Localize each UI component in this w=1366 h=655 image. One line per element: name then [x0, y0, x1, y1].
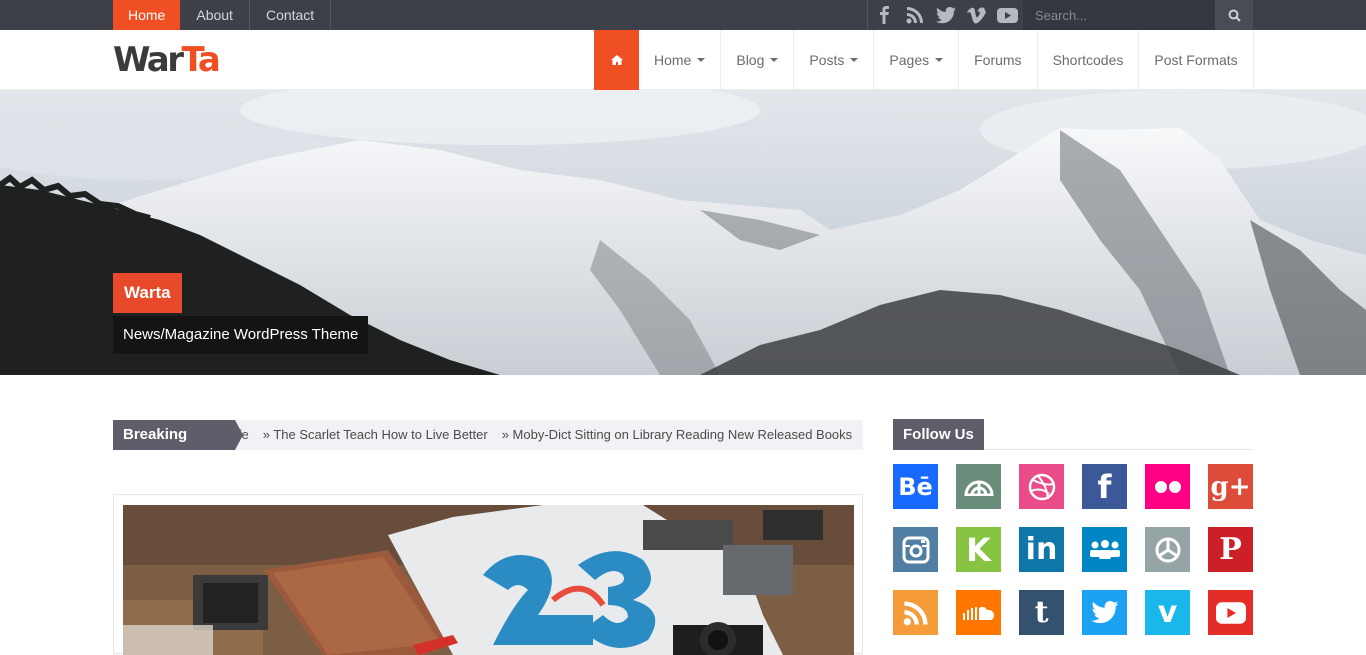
search-icon: [1228, 9, 1241, 22]
vimeo-icon[interactable]: v: [1145, 590, 1190, 635]
flickr-icon[interactable]: [1145, 464, 1190, 509]
nav-item-pages[interactable]: Pages: [874, 30, 960, 90]
nav-home-icon-button[interactable]: [594, 30, 639, 90]
myspace-icon[interactable]: [1082, 527, 1127, 572]
featured-post-card: [113, 494, 863, 655]
rss-icon[interactable]: [899, 0, 930, 30]
nav-item-forums[interactable]: Forums: [959, 30, 1038, 90]
google-plus-icon[interactable]: g+: [1208, 464, 1253, 509]
top-bar: Home About Contact: [0, 0, 1366, 30]
pinterest-icon[interactable]: P: [1208, 527, 1253, 572]
soundcloud-icon[interactable]: [956, 590, 1001, 635]
picasa-glyph: [1155, 537, 1180, 562]
nav-item-label: Pages: [889, 52, 930, 68]
tile-label: in: [1025, 532, 1058, 567]
search-button[interactable]: [1215, 0, 1253, 30]
nav-item-label: Post Formats: [1154, 52, 1238, 68]
top-nav-contact[interactable]: Contact: [250, 0, 332, 30]
youtube-icon[interactable]: [992, 0, 1023, 30]
nav-item-label: Shortcodes: [1052, 52, 1124, 68]
hero-banner[interactable]: Warta News/Magazine WordPress Theme: [0, 90, 1366, 375]
tile-label: Bē: [898, 472, 933, 501]
nav-item-shortcodes[interactable]: Shortcodes: [1038, 30, 1140, 90]
desk-image: [123, 505, 854, 655]
delicious-glyph: [963, 480, 994, 496]
caret-down-icon: [935, 58, 944, 62]
twitter-icon[interactable]: [1082, 590, 1127, 635]
tile-label: g+: [1210, 471, 1251, 502]
caret-down-icon: [850, 58, 859, 62]
tile-label: P: [1219, 532, 1242, 567]
instagram-icon[interactable]: [893, 527, 938, 572]
nav-item-posts[interactable]: Posts: [794, 30, 875, 90]
kickstarter-icon[interactable]: K: [956, 527, 1001, 572]
tile-label: t: [1034, 595, 1049, 630]
facebook-icon[interactable]: f: [1082, 464, 1127, 509]
youtube-icon[interactable]: [1208, 590, 1253, 635]
tile-label: v: [1157, 595, 1178, 630]
breaking-news-ticker: Breaking News ife » The Scarlet Teach Ho…: [113, 420, 863, 450]
top-nav: Home About Contact: [113, 0, 332, 30]
twitter-icon[interactable]: [930, 0, 961, 30]
tumblr-icon[interactable]: t: [1019, 590, 1064, 635]
tile-label: K: [966, 530, 991, 569]
ticker-items: ife » The Scarlet Teach How to Live Bett…: [235, 420, 863, 450]
rss-glyph: [903, 600, 928, 625]
caret-down-icon: [770, 58, 779, 62]
dribbble-glyph: [1028, 473, 1055, 500]
delicious-icon[interactable]: [956, 464, 1001, 509]
picasa-icon[interactable]: [1145, 527, 1190, 572]
top-nav-about[interactable]: About: [180, 0, 250, 30]
featured-post-image[interactable]: [123, 505, 854, 655]
linkedin-icon[interactable]: in: [1019, 527, 1064, 572]
search-input[interactable]: [1023, 0, 1215, 30]
home-icon: [610, 55, 623, 65]
follow-us-title: Follow Us: [893, 419, 984, 450]
nav-item-blog[interactable]: Blog: [721, 30, 795, 90]
behance-icon[interactable]: Bē: [893, 464, 938, 509]
tile-label: f: [1097, 467, 1112, 506]
rss-icon[interactable]: [893, 590, 938, 635]
top-search: [1023, 0, 1253, 30]
nav-item-home[interactable]: Home: [639, 30, 722, 90]
nav-item-label: Blog: [736, 52, 765, 68]
nav-item-post-formats[interactable]: Post Formats: [1139, 30, 1254, 90]
nav-item-label: Posts: [809, 52, 845, 68]
follow-us-widget: Follow Us Bē f g+ K in P t v: [893, 419, 1253, 635]
facebook-icon[interactable]: [868, 0, 899, 30]
soundcloud-glyph: [962, 606, 994, 620]
nav-item-label: Home: [654, 52, 692, 68]
nav-item-label: Forums: [974, 52, 1022, 68]
main-nav: Home Blog Posts Pages Forums Shortcodes …: [594, 30, 1254, 90]
twitter-glyph: [1090, 601, 1119, 624]
ticker-item[interactable]: » Moby-Dict Sitting on Library Reading N…: [502, 420, 852, 450]
hero-subtitle: News/Magazine WordPress Theme: [113, 316, 369, 354]
top-bar-inner: Home About Contact: [113, 0, 1253, 30]
dribbble-icon[interactable]: [1019, 464, 1064, 509]
flickr-glyph: [1154, 480, 1181, 493]
ticker-item[interactable]: » The Scarlet Teach How to Live Better: [263, 420, 488, 450]
site-header: WarTa Home Blog Posts Pages Forums Short…: [0, 30, 1366, 90]
caret-down-icon: [697, 58, 706, 62]
logo-part-accent: Ta: [181, 40, 221, 80]
hero-title[interactable]: Warta: [113, 273, 182, 313]
youtube-glyph: [1215, 601, 1246, 624]
top-social-icons: [867, 0, 1023, 30]
top-nav-home[interactable]: Home: [113, 0, 181, 30]
site-logo[interactable]: WarTa: [113, 40, 221, 80]
follow-us-header: Follow Us: [893, 419, 1253, 450]
breaking-news-label: Breaking News: [113, 420, 243, 450]
instagram-glyph: [902, 536, 929, 563]
myspace-glyph: [1089, 539, 1120, 559]
logo-part-dark: War: [113, 40, 184, 80]
vimeo-icon[interactable]: [961, 0, 992, 30]
